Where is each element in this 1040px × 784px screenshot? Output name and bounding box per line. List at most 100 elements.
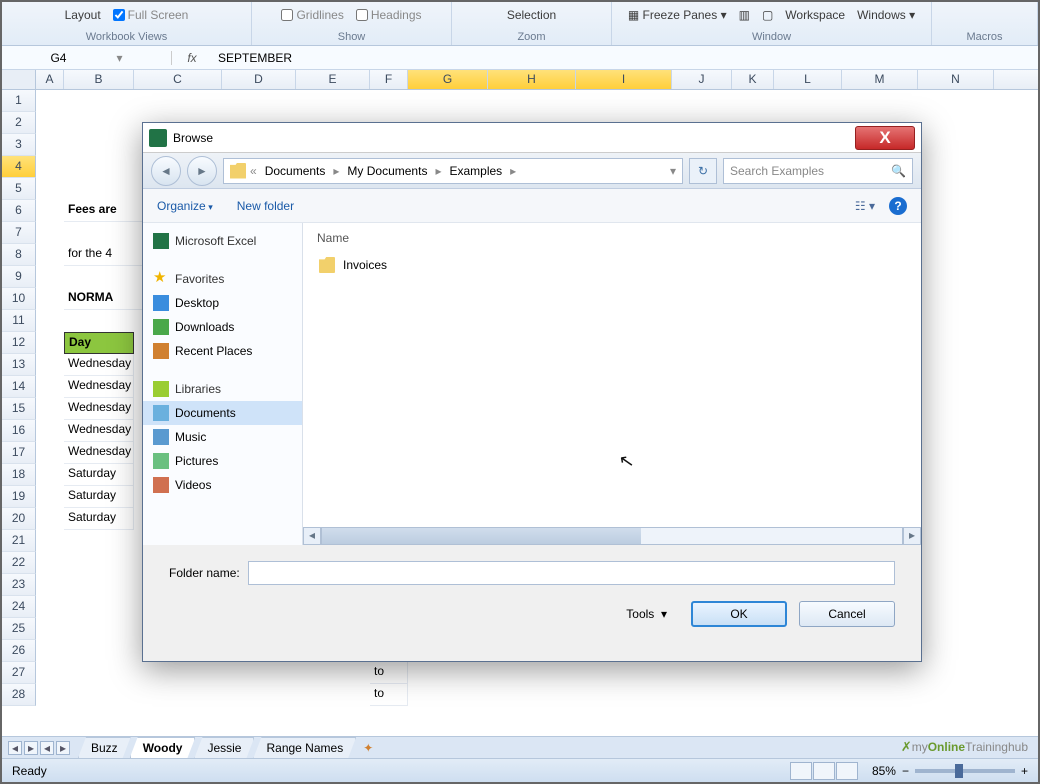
close-button[interactable]: X xyxy=(855,126,915,150)
column-header-name[interactable]: Name xyxy=(317,231,907,253)
ribbon-fullscreen[interactable]: Full Screen xyxy=(128,8,189,22)
back-button[interactable]: ◄ xyxy=(151,156,181,186)
row-header-3[interactable]: 3 xyxy=(2,134,36,156)
forward-button[interactable]: ► xyxy=(187,156,217,186)
cell-B19[interactable]: Saturday xyxy=(64,486,134,508)
zoom-in-icon[interactable]: + xyxy=(1021,764,1028,778)
zoom-out-icon[interactable]: − xyxy=(902,764,909,778)
arrange-icon[interactable]: ▢ xyxy=(762,8,773,22)
cell-B17[interactable]: Wednesday xyxy=(64,442,134,464)
cell-F27[interactable]: to xyxy=(370,662,408,684)
ribbon-freeze[interactable]: ▦ Freeze Panes ▾ xyxy=(628,8,727,22)
row-header-8[interactable]: 8 xyxy=(2,244,36,266)
col-header-I[interactable]: I xyxy=(576,70,672,89)
cell-B15[interactable]: Wednesday xyxy=(64,398,134,420)
row-header-25[interactable]: 25 xyxy=(2,618,36,640)
new-sheet-icon[interactable]: ✦ xyxy=(363,741,373,755)
headings-checkbox[interactable] xyxy=(356,9,368,21)
col-header-J[interactable]: J xyxy=(672,70,732,89)
ribbon-windows[interactable]: Windows ▾ xyxy=(857,8,915,22)
row-header-6[interactable]: 6 xyxy=(2,200,36,222)
crumb-examples[interactable]: Examples xyxy=(445,162,506,180)
cell-B18[interactable]: Saturday xyxy=(64,464,134,486)
breadcrumb[interactable]: « Documents▸ My Documents▸ Examples▸ ▾ xyxy=(223,158,683,184)
row-header-22[interactable]: 22 xyxy=(2,552,36,574)
ribbon-headings[interactable]: Headings xyxy=(371,8,422,22)
row-header-1[interactable]: 1 xyxy=(2,90,36,112)
row-header-19[interactable]: 19 xyxy=(2,486,36,508)
split-icon[interactable]: ▥ xyxy=(739,8,750,22)
sheet-tab-range-names[interactable]: Range Names xyxy=(253,737,356,758)
row-header-27[interactable]: 27 xyxy=(2,662,36,684)
ok-button[interactable]: OK xyxy=(691,601,787,627)
cell-B20[interactable]: Saturday xyxy=(64,508,134,530)
horizontal-scrollbar[interactable]: ◂▸ xyxy=(303,527,921,545)
help-button[interactable]: ? xyxy=(889,197,907,215)
row-header-13[interactable]: 13 xyxy=(2,354,36,376)
col-header-H[interactable]: H xyxy=(488,70,576,89)
organize-button[interactable]: Organize xyxy=(157,199,213,213)
ribbon-selection[interactable]: Selection xyxy=(507,8,556,22)
cell-B13[interactable]: Wednesday xyxy=(64,354,134,376)
row-header-9[interactable]: 9 xyxy=(2,266,36,288)
tree-recent[interactable]: Recent Places xyxy=(143,339,302,363)
nav-tree[interactable]: Microsoft Excel ★Favorites Desktop Downl… xyxy=(143,223,303,545)
folder-name-input[interactable] xyxy=(248,561,895,585)
fx-icon[interactable]: fx xyxy=(172,51,212,65)
row-header-11[interactable]: 11 xyxy=(2,310,36,332)
row-header-20[interactable]: 20 xyxy=(2,508,36,530)
col-header-B[interactable]: B xyxy=(64,70,134,89)
tree-desktop[interactable]: Desktop xyxy=(143,291,302,315)
row-header-10[interactable]: 10 xyxy=(2,288,36,310)
tab-nav[interactable]: ◂▸◂▸ xyxy=(8,741,70,755)
tree-excel[interactable]: Microsoft Excel xyxy=(143,229,302,253)
col-header-G[interactable]: G xyxy=(408,70,488,89)
col-header-D[interactable]: D xyxy=(222,70,296,89)
tree-videos[interactable]: Videos xyxy=(143,473,302,497)
row-header-21[interactable]: 21 xyxy=(2,530,36,552)
cell-B16[interactable]: Wednesday xyxy=(64,420,134,442)
tree-libraries[interactable]: Libraries xyxy=(143,377,302,401)
tools-dropdown[interactable]: Tools ▾ xyxy=(626,607,667,621)
tree-music[interactable]: Music xyxy=(143,425,302,449)
row-header-28[interactable]: 28 xyxy=(2,684,36,706)
tree-downloads[interactable]: Downloads xyxy=(143,315,302,339)
file-list-pane[interactable]: Name Invoices ◂▸ xyxy=(303,223,921,545)
tree-pictures[interactable]: Pictures xyxy=(143,449,302,473)
search-input[interactable]: Search Examples 🔍 xyxy=(723,158,913,184)
view-mode-button[interactable]: ☷ ▾ xyxy=(855,199,875,213)
ribbon-workspace[interactable]: Workspace xyxy=(785,8,845,22)
zoom-slider[interactable] xyxy=(915,769,1015,773)
row-header-18[interactable]: 18 xyxy=(2,464,36,486)
formula-value[interactable]: SEPTEMBER xyxy=(212,51,292,65)
row-header-15[interactable]: 15 xyxy=(2,398,36,420)
tree-documents[interactable]: Documents xyxy=(143,401,302,425)
row-header-26[interactable]: 26 xyxy=(2,640,36,662)
row-header-12[interactable]: 12 xyxy=(2,332,36,354)
zoom-value[interactable]: 85% xyxy=(872,764,896,778)
row-header-2[interactable]: 2 xyxy=(2,112,36,134)
cell-B14[interactable]: Wednesday xyxy=(64,376,134,398)
col-header-A[interactable]: A xyxy=(36,70,64,89)
col-header-M[interactable]: M xyxy=(842,70,918,89)
ribbon-layout[interactable]: Layout xyxy=(65,8,101,22)
name-box[interactable]: G4▾ xyxy=(2,51,172,65)
col-header-L[interactable]: L xyxy=(774,70,842,89)
fullscreen-checkbox[interactable] xyxy=(113,9,125,21)
sheet-tab-buzz[interactable]: Buzz xyxy=(78,737,131,758)
cell-B12[interactable]: Day xyxy=(64,332,134,354)
col-header-C[interactable]: C xyxy=(134,70,222,89)
view-buttons[interactable] xyxy=(790,762,858,780)
row-header-16[interactable]: 16 xyxy=(2,420,36,442)
row-header-14[interactable]: 14 xyxy=(2,376,36,398)
col-header-F[interactable]: F xyxy=(370,70,408,89)
col-header-E[interactable]: E xyxy=(296,70,370,89)
ribbon-gridlines[interactable]: Gridlines xyxy=(296,8,343,22)
cancel-button[interactable]: Cancel xyxy=(799,601,895,627)
crumb-mydocuments[interactable]: My Documents xyxy=(343,162,431,180)
row-header-23[interactable]: 23 xyxy=(2,574,36,596)
row-header-7[interactable]: 7 xyxy=(2,222,36,244)
new-folder-button[interactable]: New folder xyxy=(237,199,294,213)
file-item-invoices[interactable]: Invoices xyxy=(317,253,907,277)
row-header-24[interactable]: 24 xyxy=(2,596,36,618)
